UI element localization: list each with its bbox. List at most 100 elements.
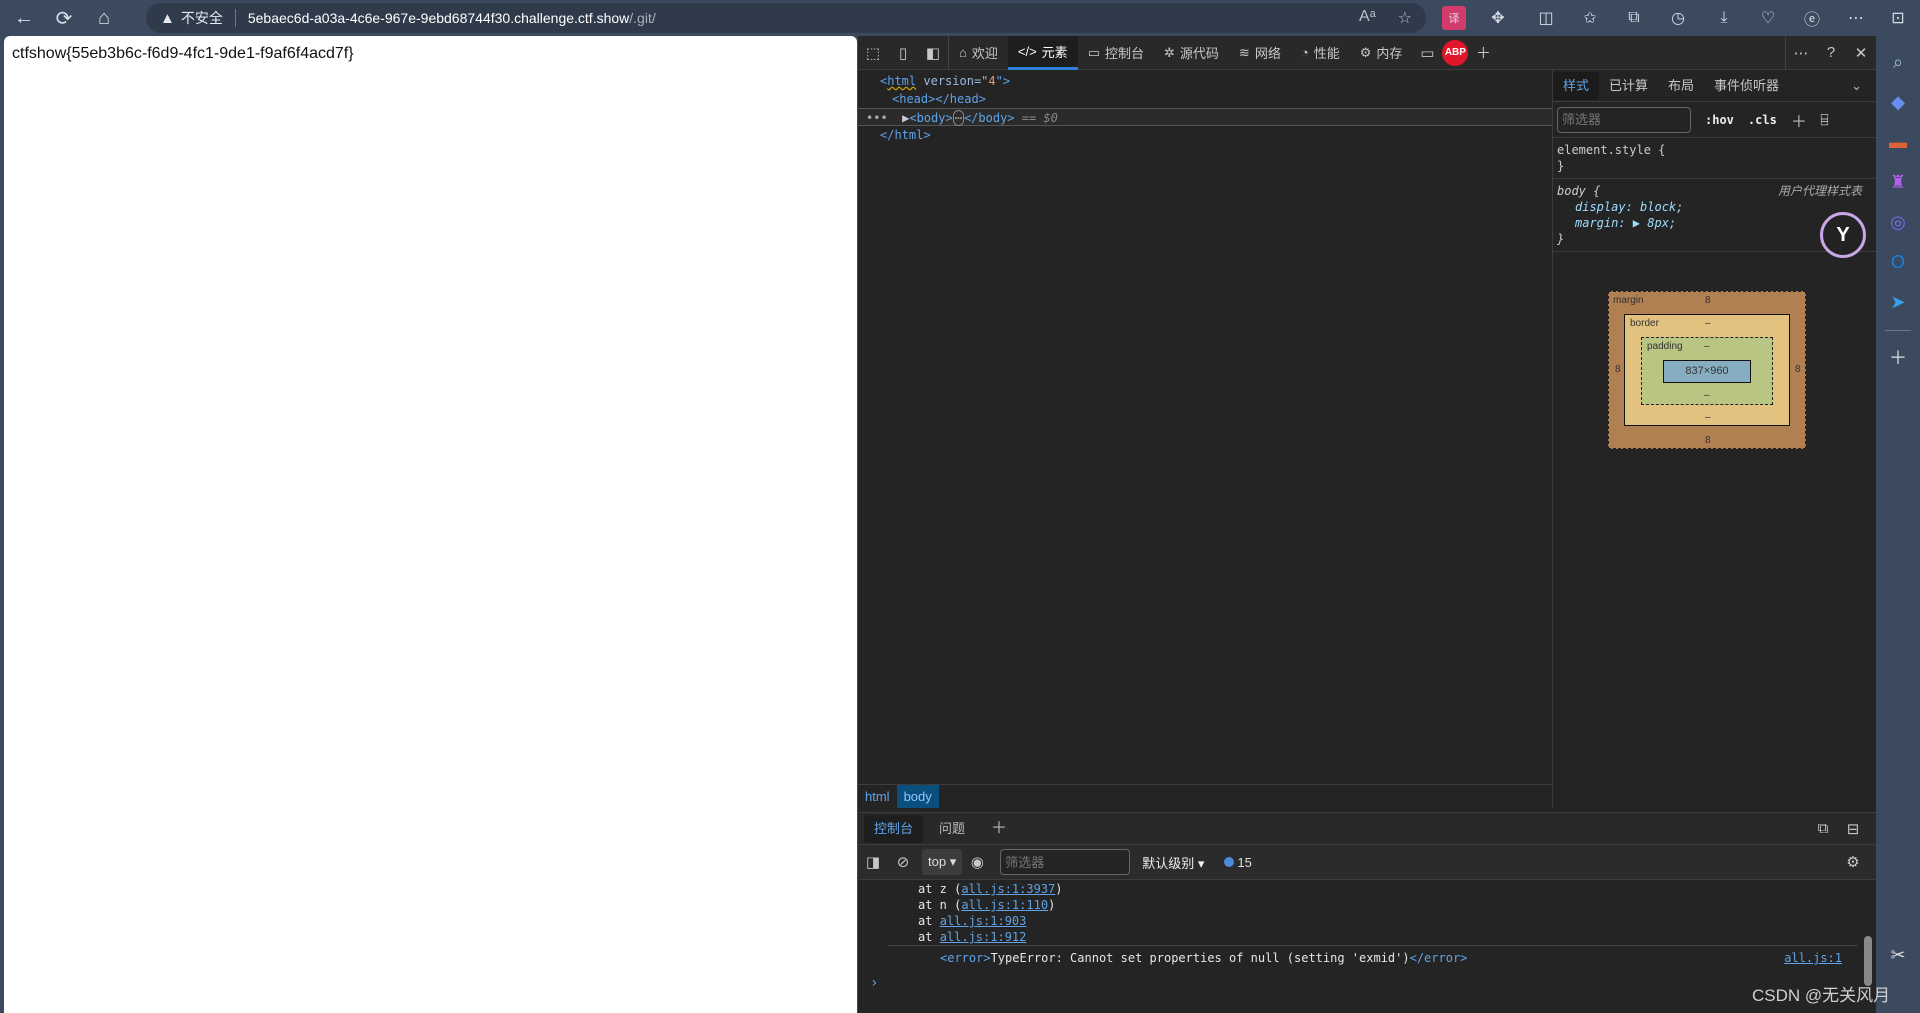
console-filter-input[interactable]	[1000, 849, 1131, 875]
live-expression-eye-icon[interactable]: ◉	[962, 847, 992, 877]
border-top-value[interactable]: –	[1705, 318, 1711, 329]
breadcrumb-html[interactable]: html	[858, 785, 897, 808]
history-icon[interactable]: ◷	[1666, 6, 1690, 30]
tab-sources[interactable]: ✲ 源代码	[1154, 36, 1229, 70]
favorites-icon[interactable]: ✩	[1578, 6, 1602, 30]
element-style-rule[interactable]: element.style { }	[1553, 138, 1876, 179]
padding-bottom-value[interactable]: –	[1704, 390, 1710, 401]
chip-icon: ⚙	[1359, 44, 1372, 60]
drawer-tab-console[interactable]: 控制台	[864, 814, 924, 843]
tab-memory[interactable]: ⚙ 内存	[1350, 36, 1413, 70]
settings-gear-icon[interactable]: ⚙	[1838, 847, 1868, 877]
ie-mode-icon[interactable]: ⓔ	[1800, 6, 1824, 30]
box-model-padding[interactable]: padding – – 837×960	[1641, 337, 1773, 405]
border-bottom-value[interactable]: –	[1705, 412, 1711, 423]
abp-icon[interactable]: ABP	[1442, 39, 1469, 66]
close-icon[interactable]: ✕	[1846, 38, 1876, 68]
address-bar[interactable]: ▲ 不安全 5ebaec6d-a03a-4c6e-967e-9ebd68744f…	[146, 3, 1426, 33]
search-icon[interactable]: ⌕	[1884, 48, 1912, 76]
dom-node-head[interactable]: <head></head>	[858, 90, 1552, 108]
outlook-icon[interactable]: O	[1884, 248, 1912, 276]
sidebar-toggle-icon[interactable]: ⊡	[1886, 6, 1910, 30]
margin-bottom-value[interactable]: 8	[1705, 435, 1711, 446]
padding-top-value[interactable]: –	[1704, 341, 1710, 352]
send-icon[interactable]: ➤	[1884, 288, 1912, 316]
back-button[interactable]: ←	[8, 2, 40, 34]
tab-welcome[interactable]: ⌂ 欢迎	[949, 36, 1008, 70]
tab-network[interactable]: ≋ 网络	[1229, 36, 1291, 70]
copilot-icon[interactable]: ◎	[1884, 208, 1912, 236]
cls-button[interactable]: .cls	[1748, 113, 1777, 127]
assistant-floating-icon[interactable]: Y	[1820, 212, 1866, 258]
clear-console-icon[interactable]: ⊘	[888, 847, 918, 877]
dock-drawer-icon[interactable]: ⧉	[1808, 814, 1838, 844]
console-scrollbar[interactable]	[1864, 936, 1872, 986]
error-source-link[interactable]: all.js:1	[1784, 946, 1842, 970]
help-icon[interactable]: ?	[1816, 38, 1846, 68]
sidebar-icon[interactable]: ◨	[858, 847, 888, 877]
favorite-star-icon[interactable]: ☆	[1398, 8, 1412, 28]
message-count-badge[interactable]: 15	[1224, 855, 1252, 870]
source-link[interactable]: all.js:1:903	[940, 914, 1027, 928]
log-level-dropdown[interactable]: 默认级别 ▾	[1142, 853, 1204, 872]
tab-computed[interactable]: 已计算	[1599, 72, 1658, 100]
tag-icon[interactable]: ◆	[1884, 88, 1912, 116]
translate-icon[interactable]: 译	[1442, 6, 1466, 30]
tab-event-listeners[interactable]: 事件侦听器	[1704, 72, 1789, 100]
tab-label: 源代码	[1179, 46, 1219, 61]
collapsed-content-icon[interactable]: ⋯	[952, 110, 964, 126]
bug-icon: ✲	[1164, 44, 1175, 60]
breadcrumb-body[interactable]: body	[896, 785, 939, 808]
screenshot-icon[interactable]: ✂	[1884, 941, 1912, 969]
tab-layout[interactable]: 布局	[1658, 72, 1704, 100]
tab-console[interactable]: ▭ 控制台	[1078, 36, 1154, 70]
toolbox-icon[interactable]: ▬	[1884, 128, 1912, 156]
device-emulation-icon[interactable]: ▯	[888, 38, 918, 68]
rule-close: }	[1557, 159, 1565, 173]
margin-right-value[interactable]: 8	[1795, 364, 1801, 375]
more-options-icon[interactable]: ⋯	[1786, 38, 1816, 68]
games-icon[interactable]: ♜	[1884, 168, 1912, 196]
downloads-icon[interactable]: ⤓	[1712, 6, 1736, 30]
property-display[interactable]: display: block;	[1557, 199, 1872, 215]
hov-button[interactable]: :hov	[1705, 113, 1734, 127]
tab-elements[interactable]: </> 元素	[1007, 35, 1078, 70]
tab-performance[interactable]: ◔ 性能	[1291, 36, 1350, 70]
dom-node-body[interactable]: ••• ▶<body> ⋯ </body> == $0	[858, 108, 1552, 126]
add-drawer-tab-icon[interactable]: ＋	[981, 815, 1017, 843]
context-selector[interactable]: top ▾	[922, 849, 963, 875]
tab-styles[interactable]: 样式	[1553, 71, 1600, 100]
console-prompt[interactable]: ›	[858, 975, 1858, 991]
styles-filter-input[interactable]	[1557, 106, 1691, 133]
box-model-margin[interactable]: margin 8 8 8 8 border – – padding – – 83…	[1608, 291, 1806, 449]
source-link[interactable]: all.js:1:912	[940, 930, 1027, 944]
source-link[interactable]: all.js:1:110	[961, 898, 1048, 912]
dom-node-html-close[interactable]: </html>	[858, 126, 1552, 144]
chevron-down-icon[interactable]: ⌄	[1851, 78, 1862, 94]
performance-icon[interactable]: ♡	[1756, 6, 1780, 30]
add-tab-icon[interactable]: ＋	[1468, 38, 1498, 68]
extensions-icon[interactable]: ✥	[1486, 6, 1510, 30]
split-screen-icon[interactable]: ◫	[1534, 6, 1558, 30]
application-icon[interactable]: ▭	[1412, 38, 1442, 68]
add-icon[interactable]: ＋	[1884, 343, 1912, 371]
source-link[interactable]: all.js:1:3937	[961, 882, 1055, 896]
dock-side-icon[interactable]: ◧	[918, 38, 948, 68]
new-rule-icon[interactable]: ＋	[1791, 108, 1807, 132]
security-label[interactable]: 不安全	[181, 8, 223, 28]
collections-icon[interactable]: ⧉	[1622, 6, 1646, 30]
read-aloud-icon[interactable]: Aᵃ	[1359, 8, 1376, 28]
margin-left-value[interactable]: 8	[1615, 364, 1621, 375]
refresh-button[interactable]: ⟳	[48, 2, 80, 34]
dom-node-html[interactable]: <html version="4">	[858, 72, 1552, 90]
more-dots-icon[interactable]: •••	[866, 111, 902, 125]
box-model-content[interactable]: 837×960	[1663, 360, 1751, 383]
margin-top-value[interactable]: 8	[1705, 295, 1711, 306]
drawer-tab-issues[interactable]: 问题	[929, 815, 975, 843]
close-drawer-icon[interactable]: ⊟	[1838, 814, 1868, 844]
box-model-border[interactable]: border – – padding – – 837×960	[1624, 314, 1790, 426]
more-icon[interactable]: ⋯	[1844, 6, 1868, 30]
home-button[interactable]: ⌂	[88, 2, 120, 34]
inspect-element-icon[interactable]: ⬚	[858, 38, 888, 68]
brush-icon[interactable]: ⌸	[1821, 113, 1828, 127]
